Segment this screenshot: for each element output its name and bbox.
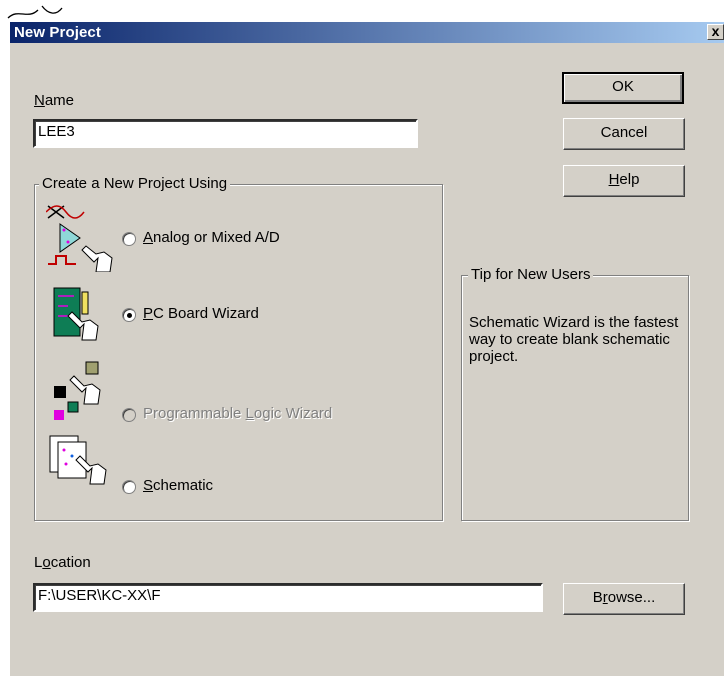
name-input[interactable]: LEE3 bbox=[33, 119, 418, 148]
analog-mixed-icon bbox=[46, 205, 113, 272]
option-schematic[interactable]: Schematic bbox=[46, 432, 436, 494]
schematic-label: Schematic bbox=[143, 477, 214, 494]
dialog-title: New Project bbox=[14, 24, 101, 41]
programmable-logic-label: Programmable Logic Wizard bbox=[143, 405, 333, 422]
analog-label: Analog or Mixed A/D bbox=[143, 229, 280, 246]
radio-selected-dot bbox=[127, 313, 132, 318]
project-type-group-title: Create a New Project Using bbox=[39, 175, 231, 192]
schematic-radio[interactable] bbox=[122, 480, 136, 494]
title-bar: New Project x bbox=[10, 22, 724, 43]
help-button[interactable]: Help bbox=[563, 165, 685, 197]
close-icon: x bbox=[711, 23, 720, 39]
background-strip bbox=[0, 0, 724, 22]
handwriting-scribble bbox=[7, 5, 63, 19]
name-label: Name bbox=[34, 92, 75, 109]
option-pc-board[interactable]: PC Board Wizard bbox=[46, 282, 436, 342]
tip-group-title: Tip for New Users bbox=[468, 266, 594, 283]
ok-button[interactable]: OK bbox=[562, 72, 684, 104]
cancel-button[interactable]: Cancel bbox=[563, 118, 685, 150]
analog-radio[interactable] bbox=[122, 232, 136, 246]
schematic-icon bbox=[49, 435, 107, 485]
pc-board-icon bbox=[53, 287, 99, 341]
programmable-logic-icon bbox=[54, 361, 101, 420]
close-button[interactable]: x bbox=[707, 24, 724, 40]
new-project-dialog: New Project x Name LEE3 OK Cancel Help C… bbox=[9, 22, 724, 676]
option-analog[interactable]: Analog or Mixed A/D bbox=[46, 202, 436, 272]
tip-group bbox=[461, 275, 689, 521]
browse-button[interactable]: Browse... bbox=[563, 583, 685, 615]
tip-text: Schematic Wizard is the fastest way to c… bbox=[469, 314, 679, 365]
option-programmable-logic[interactable]: Programmable Logic Wizard bbox=[46, 358, 436, 422]
pc-board-radio[interactable] bbox=[122, 308, 136, 322]
location-input-value: F:\USER\KC-XX\F bbox=[38, 587, 161, 604]
name-input-value: LEE3 bbox=[38, 123, 75, 140]
programmable-logic-radio[interactable] bbox=[122, 408, 136, 422]
pc-board-label: PC Board Wizard bbox=[143, 305, 259, 322]
location-label: Location bbox=[34, 554, 91, 571]
location-input[interactable]: F:\USER\KC-XX\F bbox=[33, 583, 543, 612]
